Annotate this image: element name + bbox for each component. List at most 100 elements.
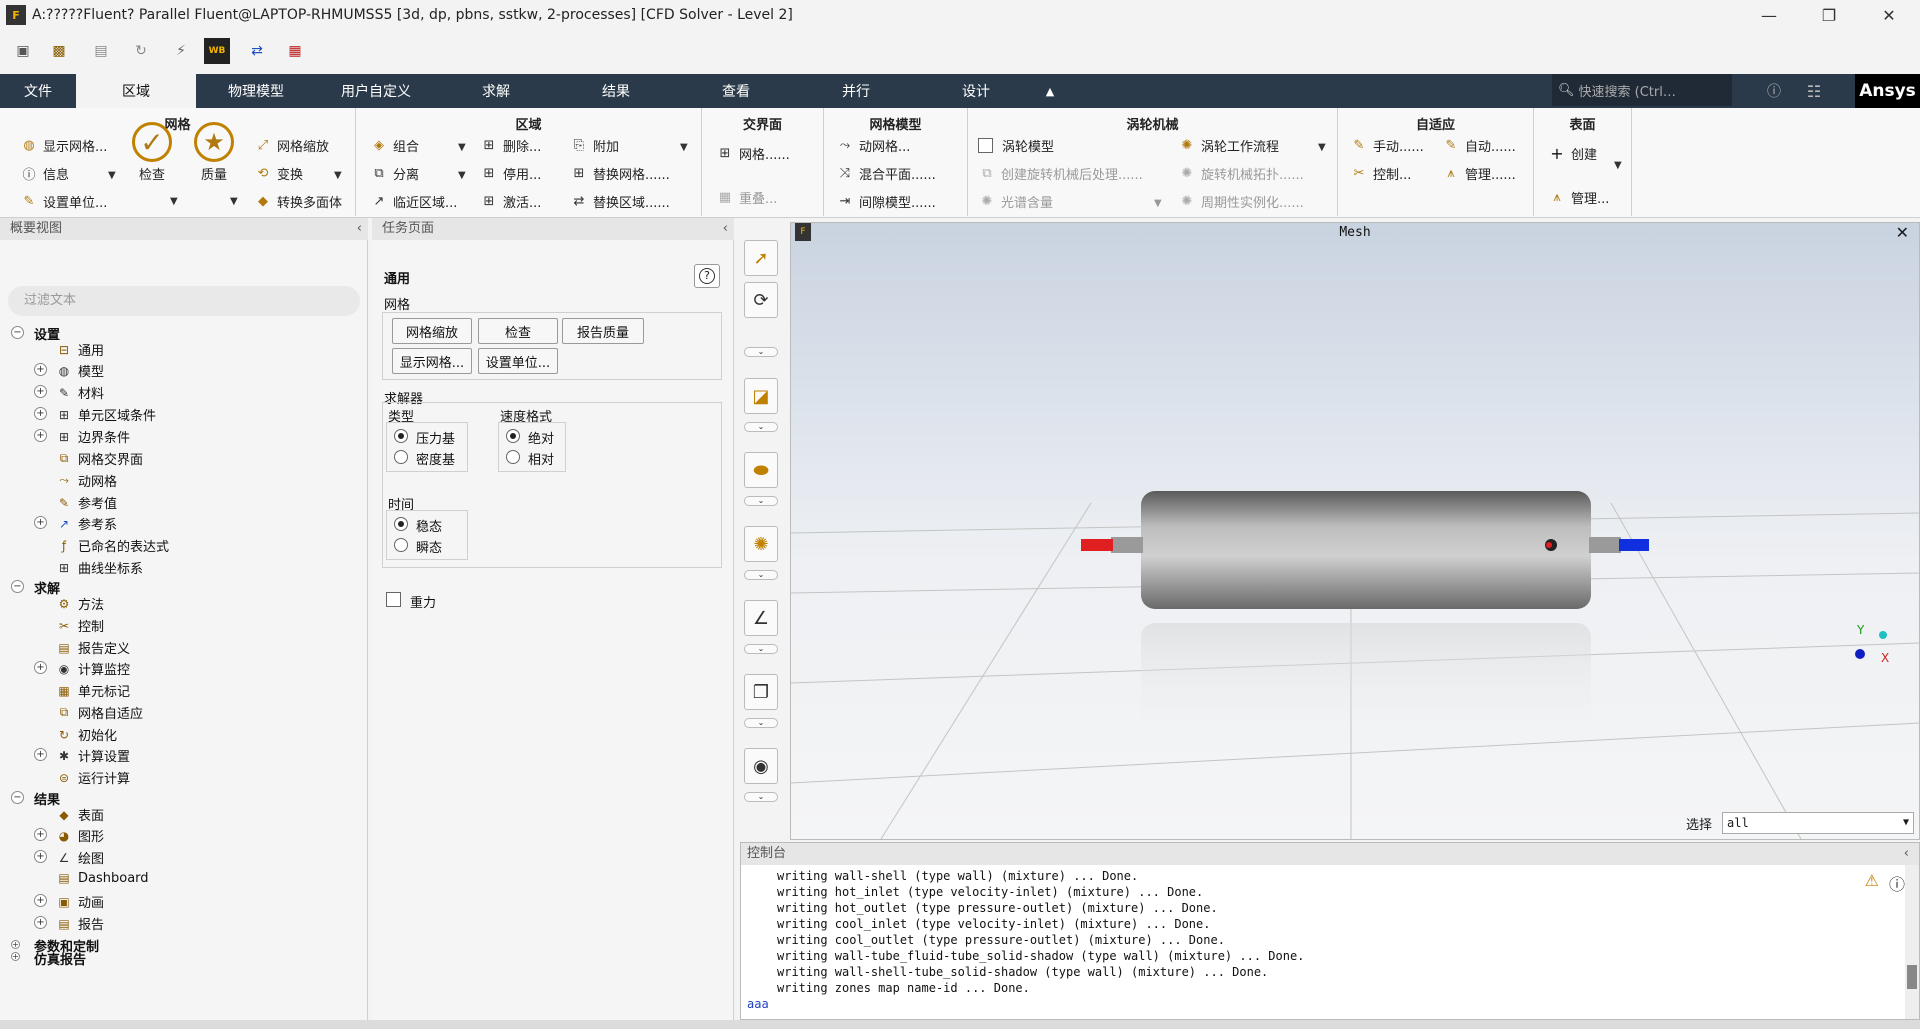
tree-item-models[interactable]: ◍ 模型 <box>56 361 104 381</box>
collapse-ribbon-icon[interactable]: ▲ <box>1036 74 1064 108</box>
activate-zone-button[interactable]: ⊞ 激活... <box>480 192 542 211</box>
expand-icon[interactable]: + <box>11 952 20 961</box>
minimize-button[interactable]: — <box>1740 0 1798 30</box>
tree-item-mesh-adaption[interactable]: ⧉ 网格自适应 <box>56 703 143 722</box>
tree-item-reports[interactable]: ▤ 报告 <box>56 914 104 934</box>
expand-icon[interactable]: − <box>11 580 24 593</box>
adjacency-button[interactable]: ↗ 临近区域... <box>370 192 458 211</box>
tab-user-defined[interactable]: 用户自定义 <box>316 74 436 108</box>
expand-more-icon[interactable]: ⌄ <box>744 347 778 357</box>
info-button[interactable]: ⓘ 信息 <box>20 164 69 183</box>
graphics-viewport[interactable]: Mesh F ✕ Y X <box>790 222 1920 840</box>
mesh-scale-button[interactable]: ⤢ 网格缩放 <box>254 136 329 155</box>
tab-physics[interactable]: 物理模型 <box>196 74 316 108</box>
expand-icon[interactable]: + <box>34 385 47 398</box>
tree-item-simulation-report[interactable]: 仿真报告 <box>34 949 86 968</box>
parameters-icon[interactable]: ⇄ <box>244 38 270 64</box>
transform-button[interactable]: ⟲ 变换 <box>254 164 303 183</box>
combine-button[interactable]: ◈ 组合 <box>370 136 419 155</box>
workbench-icon[interactable]: WB <box>204 38 230 64</box>
convert-polyhedra-button[interactable]: ◆ 转换多面体 <box>254 192 342 211</box>
delete-zone-button[interactable]: ⊞ 删除... <box>480 136 542 155</box>
pressure-based-radio[interactable] <box>394 429 408 443</box>
collapse-panel-icon[interactable]: ‹ <box>723 218 728 240</box>
create-surface-button[interactable]: + 创建 <box>1548 144 1597 163</box>
filter-text-input[interactable]: 过滤文本 <box>8 286 360 316</box>
absolute-radio[interactable] <box>506 429 520 443</box>
close-window-button[interactable]: ✕ <box>1860 0 1918 30</box>
quality-dropdown-icon[interactable]: ▼ <box>230 196 238 207</box>
open-case-icon[interactable]: ▣ <box>10 38 36 64</box>
check-dropdown-icon[interactable]: ▼ <box>170 196 178 207</box>
gap-model-button[interactable]: ⇥ 间隙模型...... <box>836 192 936 211</box>
spectral-dropdown-icon[interactable]: ▼ <box>1154 198 1162 209</box>
create-dropdown-icon[interactable]: ▼ <box>1614 160 1622 171</box>
help-icon[interactable]: ⓘ <box>1756 74 1792 108</box>
tree-item-methods[interactable]: ⚙ 方法 <box>56 594 104 614</box>
expand-more-icon[interactable]: ⌄ <box>744 422 778 432</box>
quality-button[interactable]: ★ 质量 <box>194 122 234 183</box>
periodic-instancing-button[interactable]: ✺ 周期性实例化...... <box>1178 192 1304 211</box>
replace-zone-button[interactable]: ⇄ 替换区域...... <box>570 192 670 211</box>
transform-dropdown-icon[interactable]: ▼ <box>334 170 342 181</box>
tab-results[interactable]: 结果 <box>556 74 676 108</box>
density-based-radio[interactable] <box>394 450 408 464</box>
expand-more-icon[interactable]: ⌄ <box>744 792 778 802</box>
vector-tool-button[interactable]: ✺ <box>744 526 778 562</box>
expand-more-icon[interactable]: ⌄ <box>744 718 778 728</box>
save-icon[interactable]: ▤ <box>88 38 114 64</box>
tab-parallel[interactable]: 并行 <box>796 74 916 108</box>
steady-radio[interactable] <box>394 517 408 531</box>
expand-icon[interactable]: + <box>34 661 47 674</box>
tree-item-boundary-conditions[interactable]: ⊞ 边界条件 <box>56 427 130 447</box>
mesh-scale-button[interactable]: 网格缩放 <box>392 318 472 344</box>
tab-view[interactable]: 查看 <box>676 74 796 108</box>
expand-icon[interactable]: + <box>34 429 47 442</box>
append-button[interactable]: ⎘ 附加 <box>570 136 619 155</box>
check-button[interactable]: 检查 <box>478 318 558 344</box>
append-dropdown-icon[interactable]: ▼ <box>680 142 688 153</box>
expand-icon[interactable]: + <box>34 363 47 376</box>
mesh-display-tool-button[interactable]: ◪ <box>744 378 778 414</box>
tree-item-dynamic-mesh[interactable]: ⤳ 动网格 <box>56 471 117 490</box>
tree-item-animations[interactable]: ▣ 动画 <box>56 892 104 912</box>
console-scrollbar[interactable] <box>1905 865 1919 1019</box>
console-input[interactable]: aaa <box>747 997 769 1011</box>
help-button[interactable]: ? <box>694 264 720 288</box>
expand-more-icon[interactable]: ⌄ <box>744 570 778 580</box>
expand-icon[interactable]: − <box>11 326 24 339</box>
tree-item-materials[interactable]: ✎ 材料 <box>56 383 104 403</box>
expand-icon[interactable]: + <box>34 748 47 761</box>
display-mesh-button[interactable]: ◍ 显示网格... <box>20 136 107 155</box>
expand-icon[interactable]: − <box>11 791 24 804</box>
check-button[interactable]: ✓ 检查 <box>132 122 172 183</box>
manage-surface-button[interactable]: ⩚ 管理... <box>1548 188 1609 207</box>
tree-item-calc-activities[interactable]: ✱ 计算设置 <box>56 746 130 766</box>
turbo-workflow-dropdown-icon[interactable]: ▼ <box>1318 142 1326 153</box>
set-units-button[interactable]: ✎ 设置单位... <box>20 192 108 211</box>
expand-icon[interactable]: + <box>34 850 47 863</box>
overlap-button[interactable]: ▦ 重叠... <box>716 188 778 207</box>
tree-item-run-calculation[interactable]: ⊜ 运行计算 <box>56 768 130 788</box>
info-icon[interactable]: ⓘ <box>1889 871 1905 895</box>
turbo-topology-button[interactable]: ✺ 旋转机械拓扑...... <box>1178 164 1304 183</box>
turbo-model-checkbox[interactable]: 涡轮模型 <box>978 136 1054 155</box>
tree-item-curvilinear-coords[interactable]: ⊞ 曲线坐标系 <box>56 558 143 578</box>
close-viewport-button[interactable]: ✕ <box>1896 223 1909 242</box>
selection-dropdown[interactable]: all ▼ <box>1722 812 1914 834</box>
tree-item-cell-zones[interactable]: ⊞ 单元区域条件 <box>56 405 156 425</box>
tree-item-plots[interactable]: ∠ 绘图 <box>56 848 104 868</box>
pointer-tool-button[interactable]: ➚ <box>744 240 778 276</box>
quick-search-input[interactable]: 🔍︎ 快速搜索 (Ctrl… <box>1552 74 1732 106</box>
tree-item-monitors[interactable]: ◉ 计算监控 <box>56 659 130 679</box>
adapt-manual-button[interactable]: ✎ 手动...... <box>1350 136 1424 155</box>
expand-more-icon[interactable]: ⌄ <box>744 644 778 654</box>
plot-tool-button[interactable]: ∠ <box>744 600 778 636</box>
mosaic-icon[interactable]: ▦ <box>282 38 308 64</box>
tree-item-controls[interactable]: ✂ 控制 <box>56 616 104 636</box>
combine-dropdown-icon[interactable]: ▼ <box>458 142 466 153</box>
maximize-button[interactable]: ❐ <box>1800 0 1858 30</box>
collapse-panel-icon[interactable]: ‹ <box>357 218 362 240</box>
tree-item-report-definitions[interactable]: ▤ 报告定义 <box>56 638 130 658</box>
copy-tool-button[interactable]: ❐ <box>744 674 778 710</box>
